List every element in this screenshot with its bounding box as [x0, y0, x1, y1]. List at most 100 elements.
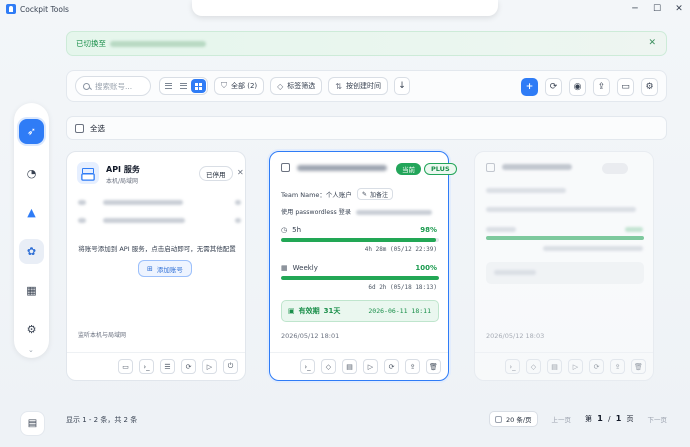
- refresh-button[interactable]: ⟳: [589, 359, 604, 374]
- redacted-icon: [235, 218, 241, 223]
- account-checkbox[interactable]: [486, 163, 495, 172]
- trash-icon: 🗑: [429, 362, 438, 371]
- openai-logo-icon: ✿: [26, 245, 37, 258]
- sidebar-item-rocket[interactable]: ➶: [19, 119, 44, 144]
- folder-icon: ▭: [621, 82, 630, 92]
- list-view-button[interactable]: [176, 79, 191, 93]
- maximize-button[interactable]: ☐: [646, 0, 668, 18]
- filter-icon: ⛉: [221, 81, 227, 90]
- banner-text: 已切换至: [76, 39, 106, 48]
- note-icon: ✎: [361, 190, 367, 198]
- sort-select[interactable]: ⇅ 按创建时间: [328, 77, 388, 95]
- arrow-down-icon: ↓: [398, 81, 406, 91]
- account-checkbox[interactable]: [281, 163, 290, 172]
- export-icon: ⇪: [597, 82, 606, 92]
- quota-bar: [486, 236, 644, 240]
- select-all-checkbox[interactable]: [75, 123, 84, 133]
- refresh-icon: ⟳: [549, 82, 558, 92]
- folder-button[interactable]: ▭: [118, 359, 133, 374]
- export-button[interactable]: ⇪: [405, 359, 420, 374]
- current-account-card[interactable]: 当前 PLUS Team Name：个人账户 ✎ 加备注 使用 password…: [269, 151, 457, 381]
- account-card[interactable]: 2026/05/12 18:03 ›_ ◇ ▤ ▷ ⟳ ⇪ 🗑: [474, 151, 654, 381]
- refresh-button[interactable]: ⟳: [181, 359, 196, 374]
- close-banner-icon[interactable]: ✕: [648, 38, 656, 48]
- sort-direction-button[interactable]: ↓: [394, 77, 410, 95]
- close-icon[interactable]: ✕: [237, 168, 244, 177]
- power-icon: ⏻: [227, 362, 234, 370]
- quota-weekly-bar: [281, 276, 439, 280]
- stopped-status-button[interactable]: 已停用: [199, 166, 233, 181]
- export-icon: ⇪: [409, 362, 416, 371]
- table-view-button[interactable]: [161, 79, 176, 93]
- page-suffix: 页: [626, 415, 634, 423]
- power-button[interactable]: ⏻: [223, 359, 238, 374]
- page-indicator: 第 1 / 1 页: [585, 414, 633, 424]
- add-note-button[interactable]: ✎ 加备注: [356, 188, 393, 200]
- terminal-icon: ›_: [509, 362, 516, 371]
- prev-page-button[interactable]: 上一页: [552, 414, 572, 424]
- current-badge: 当前: [396, 163, 421, 175]
- details-button[interactable]: ▤: [342, 359, 357, 374]
- refresh-icon: ⟳: [185, 362, 192, 371]
- details-button[interactable]: ▤: [547, 359, 562, 374]
- sidebar-item-settings[interactable]: ⚙: [19, 317, 44, 342]
- sidebar-item-antigravity[interactable]: ▲: [19, 200, 44, 225]
- start-button[interactable]: ▷: [568, 359, 583, 374]
- export-button[interactable]: ⇪: [593, 78, 610, 96]
- top-notch-panel: [192, 0, 498, 16]
- redacted-email: [297, 165, 387, 171]
- minimize-button[interactable]: ─: [624, 0, 646, 18]
- filter-all-button[interactable]: ⛉ 全部 (2): [214, 77, 265, 95]
- quota-5h-bar: [281, 238, 439, 242]
- terminal-button[interactable]: ›_: [139, 359, 154, 374]
- antigravity-logo-icon: ▲: [27, 206, 36, 219]
- refresh-icon: ⟳: [593, 362, 600, 371]
- trash-icon: 🗑: [634, 362, 643, 371]
- grid-view-button[interactable]: [191, 79, 206, 93]
- search-placeholder: 搜索账号...: [95, 81, 133, 91]
- tag-filter-button[interactable]: ◇ 标签筛选: [270, 77, 323, 95]
- visibility-button[interactable]: ◉: [569, 78, 586, 96]
- folder-button[interactable]: ▭: [617, 78, 634, 96]
- docs-button[interactable]: ▤: [20, 411, 45, 436]
- terminal-button[interactable]: ›_: [505, 359, 520, 374]
- login-method-text: 使用 passwordless 登录: [281, 209, 352, 216]
- page-size-select[interactable]: 20 条/页: [489, 411, 538, 427]
- card-actions: ▭ ›_ ☰ ⟳ ▷ ⏻: [67, 352, 245, 380]
- plan-badge: PLUS: [424, 163, 457, 175]
- tag-icon: ◇: [530, 362, 537, 371]
- sidebar-item-dashboard[interactable]: ◔: [19, 161, 44, 186]
- start-button[interactable]: ▷: [363, 359, 378, 374]
- document-icon: ▤: [27, 418, 38, 429]
- tag-button[interactable]: ◇: [321, 359, 336, 374]
- start-button[interactable]: ▷: [202, 359, 217, 374]
- page-size-icon: [495, 415, 503, 423]
- sidebar-item-apps[interactable]: ▦: [19, 278, 44, 303]
- quota-weekly-reset: 6d 2h (05/18 18:13): [368, 284, 437, 291]
- settings-button[interactable]: ⚙: [641, 78, 658, 96]
- add-account-to-api-button[interactable]: ⊞ 添加账号: [138, 260, 192, 277]
- select-all-bar: 全选: [66, 116, 667, 140]
- database-button[interactable]: ☰: [160, 359, 175, 374]
- refresh-button[interactable]: ⟳: [384, 359, 399, 374]
- export-button[interactable]: ⇪: [610, 359, 625, 374]
- tag-button[interactable]: ◇: [526, 359, 541, 374]
- next-page-button[interactable]: 下一页: [648, 414, 668, 424]
- close-window-button[interactable]: ✕: [668, 0, 690, 18]
- terminal-button[interactable]: ›_: [300, 359, 315, 374]
- tag-icon: ◇: [277, 81, 284, 91]
- search-input[interactable]: 搜索账号...: [75, 76, 151, 96]
- redacted-quota-percent: [625, 227, 643, 232]
- refresh-button[interactable]: ⟳: [545, 78, 562, 96]
- page-prefix: 第: [585, 415, 593, 423]
- chevron-down-icon[interactable]: ⌄: [28, 346, 34, 354]
- calendar-icon: ▦: [281, 264, 288, 272]
- delete-button[interactable]: 🗑: [631, 359, 646, 374]
- gear-icon: ⚙: [645, 82, 654, 92]
- delete-button[interactable]: 🗑: [426, 359, 441, 374]
- apps-grid-icon: ▦: [26, 284, 37, 297]
- add-account-button[interactable]: +: [521, 78, 538, 96]
- redacted-badge: [602, 163, 628, 174]
- sidebar-item-openai[interactable]: ✿: [19, 239, 44, 264]
- gear-icon: ⚙: [26, 323, 37, 336]
